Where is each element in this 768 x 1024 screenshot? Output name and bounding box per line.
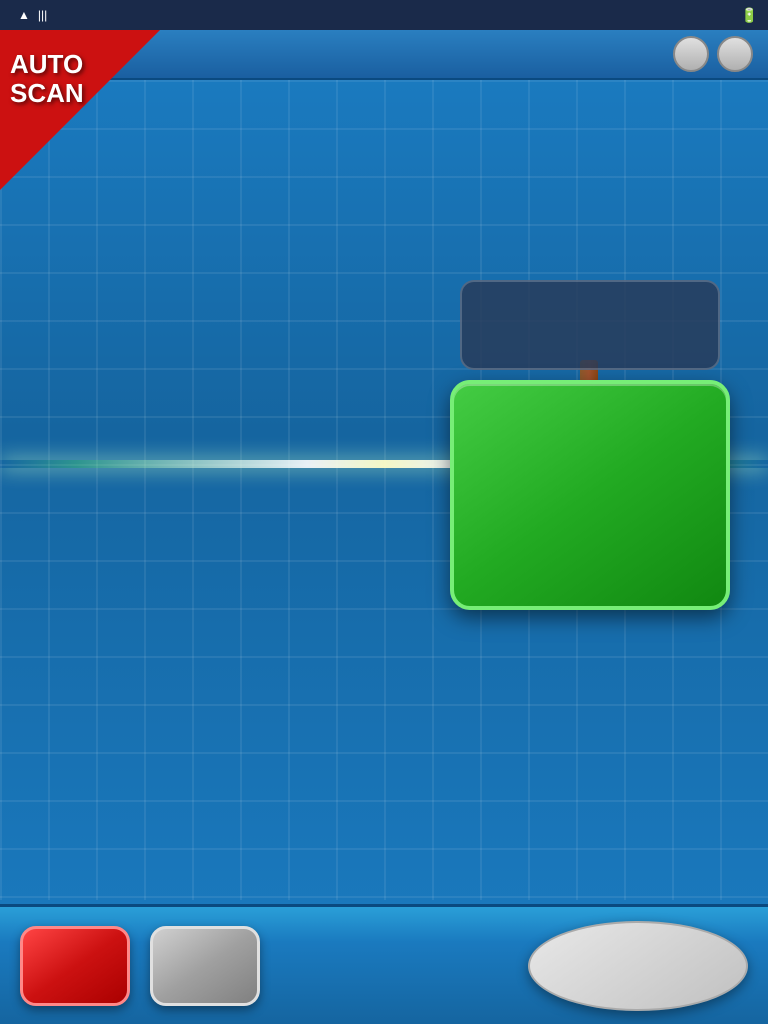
autoscan-progress-box (460, 280, 720, 370)
help-button[interactable] (673, 36, 709, 72)
words-button[interactable] (150, 926, 260, 1006)
battery-icon: 🔋 (741, 7, 758, 24)
game-board: // Generate grid lines dynamically const… (0, 80, 768, 954)
ez-cheats-logo (528, 921, 748, 1011)
menu-button[interactable] (20, 926, 130, 1006)
bottom-bar (0, 904, 768, 1024)
hd-badge (715, 1000, 731, 1004)
no-more-typing-button[interactable] (450, 380, 730, 610)
signal-icon: ||| (38, 8, 47, 22)
autoscan-label: AUTOSCAN (10, 50, 84, 107)
status-bar: ▲ ||| 🔋 (0, 0, 768, 30)
wifi-icon: ▲ (18, 8, 30, 22)
mail-button[interactable] (717, 36, 753, 72)
